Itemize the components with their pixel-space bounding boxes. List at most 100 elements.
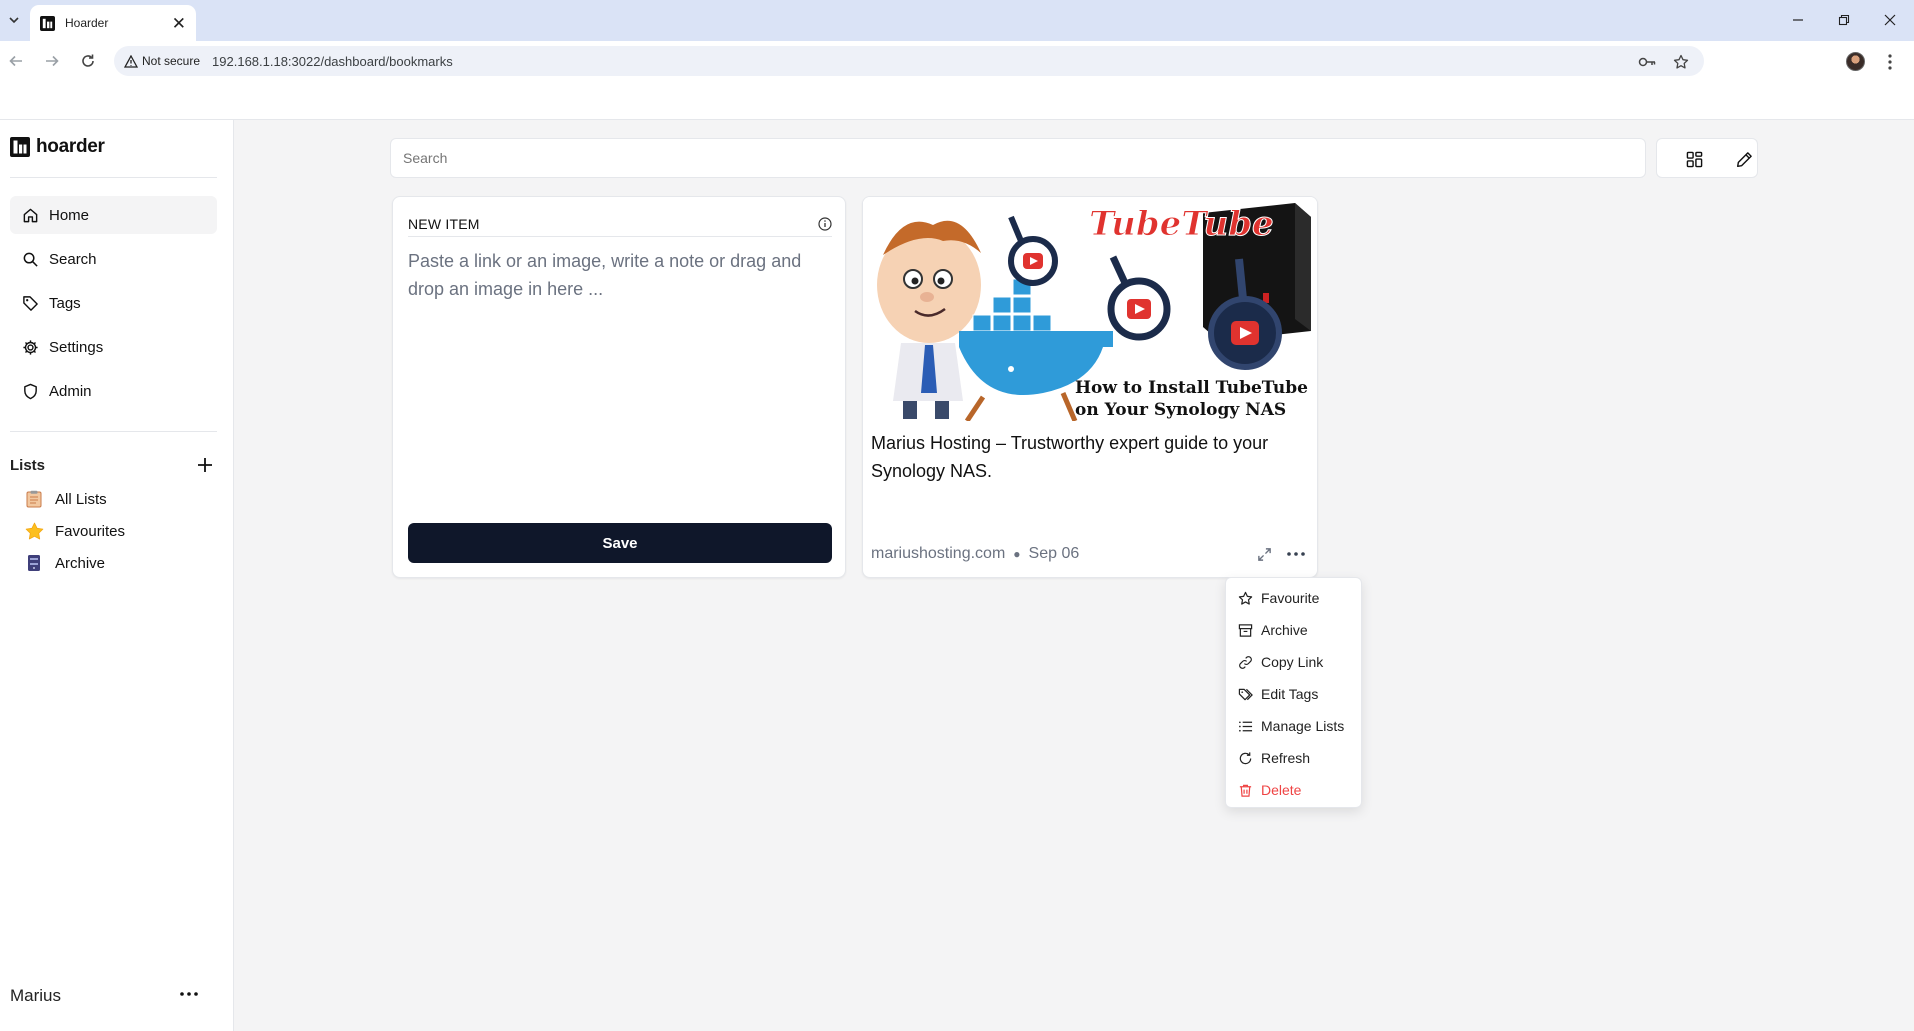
list-item-favourites[interactable]: Favourites — [24, 516, 125, 546]
menu-item-delete[interactable]: Delete — [1226, 774, 1361, 806]
bookmark-context-menu: Favourite Archive Copy Link Edit Tags Ma… — [1225, 577, 1362, 808]
hoarder-app: hoarder Home Search Tags Settings Admin … — [0, 120, 1914, 1031]
bulk-edit-button[interactable] — [1731, 147, 1757, 171]
url-text: 192.168.1.18:3022/dashboard/bookmarks — [212, 53, 453, 69]
reload-icon[interactable] — [76, 49, 100, 73]
browser-tabstrip: Hoarder ✕ — [0, 0, 1914, 41]
new-item-card: NEW ITEM Paste a link or an image, write… — [392, 196, 846, 578]
grid-layout-icon — [1686, 151, 1702, 167]
add-list-button[interactable] — [193, 453, 217, 477]
sidebar-item-search[interactable]: Search — [10, 240, 217, 278]
bookmark-title[interactable]: Marius Hosting – Trustworthy expert guid… — [871, 429, 1311, 485]
browser-tab[interactable]: Hoarder ✕ — [30, 5, 196, 41]
tag-icon — [23, 295, 38, 311]
info-icon[interactable] — [818, 216, 832, 231]
tab-search-chevron-icon[interactable] — [4, 8, 24, 32]
shield-icon — [24, 383, 37, 399]
search-bar[interactable] — [390, 138, 1646, 178]
star-emoji-icon — [24, 521, 44, 541]
divider — [10, 431, 217, 432]
tab-title: Hoarder — [65, 16, 109, 30]
bookmark-preview-image[interactable]: TubeTube How to Install TubeTube on Your… — [863, 197, 1317, 423]
bookmark-card: TubeTube How to Install TubeTube on Your… — [862, 196, 1318, 578]
hoarder-favicon-icon — [40, 15, 55, 31]
image-headline: TubeTube — [1089, 204, 1274, 244]
menu-item-favourite[interactable]: Favourite — [1226, 582, 1361, 614]
menu-item-label: Copy Link — [1261, 654, 1324, 670]
view-tools — [1656, 138, 1758, 178]
bookmark-more-button[interactable] — [1283, 542, 1309, 566]
sidebar-item-admin[interactable]: Admin — [10, 372, 217, 410]
sidebar-item-home[interactable]: Home — [10, 196, 217, 234]
menu-item-edit-tags[interactable]: Edit Tags — [1226, 678, 1361, 710]
menu-item-label: Refresh — [1261, 750, 1311, 766]
bookmark-domain[interactable]: mariushosting.com — [871, 545, 1005, 563]
new-item-title: NEW ITEM — [408, 215, 480, 232]
refresh-icon — [1239, 751, 1252, 764]
plus-icon — [198, 458, 212, 472]
sidebar-item-label: Admin — [49, 382, 92, 400]
list-icon — [1239, 720, 1253, 732]
menu-item-archive[interactable]: Archive — [1226, 614, 1361, 646]
archive-icon — [1238, 623, 1253, 637]
forward-icon[interactable] — [40, 49, 64, 73]
bookmark-star-icon[interactable] — [1672, 53, 1690, 71]
list-item-label: Favourites — [55, 522, 126, 540]
image-caption-line-1: How to Install TubeTube — [1075, 378, 1308, 398]
sidebar-item-label: Tags — [49, 294, 81, 312]
more-horizontal-icon — [180, 992, 198, 996]
menu-item-label: Favourite — [1261, 590, 1320, 606]
password-key-icon[interactable] — [1638, 53, 1656, 71]
lists-title: Lists — [10, 456, 46, 474]
restore-icon[interactable] — [1832, 9, 1856, 31]
close-window-icon[interactable] — [1878, 9, 1902, 31]
search-input[interactable] — [403, 150, 1645, 166]
browser-menu-icon[interactable] — [1882, 51, 1898, 73]
divider — [10, 177, 217, 178]
profile-avatar[interactable] — [1846, 52, 1865, 71]
sidebar-item-settings[interactable]: Settings — [10, 328, 217, 366]
minimize-icon[interactable] — [1786, 9, 1810, 31]
brand-logo[interactable]: hoarder — [10, 136, 105, 158]
list-item-label: All Lists — [55, 490, 107, 508]
expand-button[interactable] — [1251, 542, 1277, 566]
not-secure-chip[interactable]: Not secure — [124, 54, 200, 68]
list-item-archive[interactable]: Archive — [24, 548, 105, 578]
new-item-editor[interactable]: Paste a link or an image, write a note o… — [408, 247, 832, 303]
sidebar-item-tags[interactable]: Tags — [10, 284, 217, 322]
menu-item-copy-link[interactable]: Copy Link — [1226, 646, 1361, 678]
new-item-header: NEW ITEM — [408, 211, 832, 237]
brand-name: hoarder — [36, 136, 105, 157]
menu-item-label: Edit Tags — [1261, 686, 1319, 702]
address-bar[interactable]: Not secure 192.168.1.18:3022/dashboard/b… — [114, 46, 1704, 76]
tab-close-icon[interactable]: ✕ — [172, 15, 186, 32]
home-icon — [23, 208, 38, 222]
list-item-label: Archive — [55, 554, 106, 572]
menu-item-refresh[interactable]: Refresh — [1226, 742, 1361, 774]
sidebar-item-label: Home — [49, 206, 90, 224]
save-button[interactable]: Save — [408, 523, 832, 563]
bookmark-actions — [1245, 542, 1309, 566]
warning-icon — [124, 54, 138, 68]
lists-header: Lists — [10, 452, 217, 478]
trash-icon — [1239, 784, 1252, 797]
pencil-icon — [1736, 151, 1752, 167]
menu-item-label: Manage Lists — [1261, 718, 1345, 734]
user-menu-button[interactable] — [176, 982, 202, 1006]
user-name: Marius — [10, 986, 62, 1005]
back-icon[interactable] — [4, 49, 28, 73]
browser-toolbar: Not secure 192.168.1.18:3022/dashboard/b… — [0, 41, 1914, 80]
gear-icon — [23, 339, 38, 355]
separator-dot: ● — [1013, 547, 1021, 561]
star-icon — [1238, 591, 1253, 605]
sidebar-item-label: Settings — [49, 338, 104, 356]
bookmarks-bar — [0, 80, 1914, 120]
list-item-all-lists[interactable]: All Lists — [24, 484, 107, 514]
bookmark-date: Sep 06 — [1028, 545, 1080, 562]
tags-icon — [1238, 688, 1253, 700]
menu-item-label: Delete — [1261, 782, 1302, 798]
layout-toggle-button[interactable] — [1681, 147, 1707, 171]
storage-emoji-icon — [24, 553, 44, 573]
menu-item-manage-lists[interactable]: Manage Lists — [1226, 710, 1361, 742]
not-secure-label: Not secure — [142, 54, 201, 68]
